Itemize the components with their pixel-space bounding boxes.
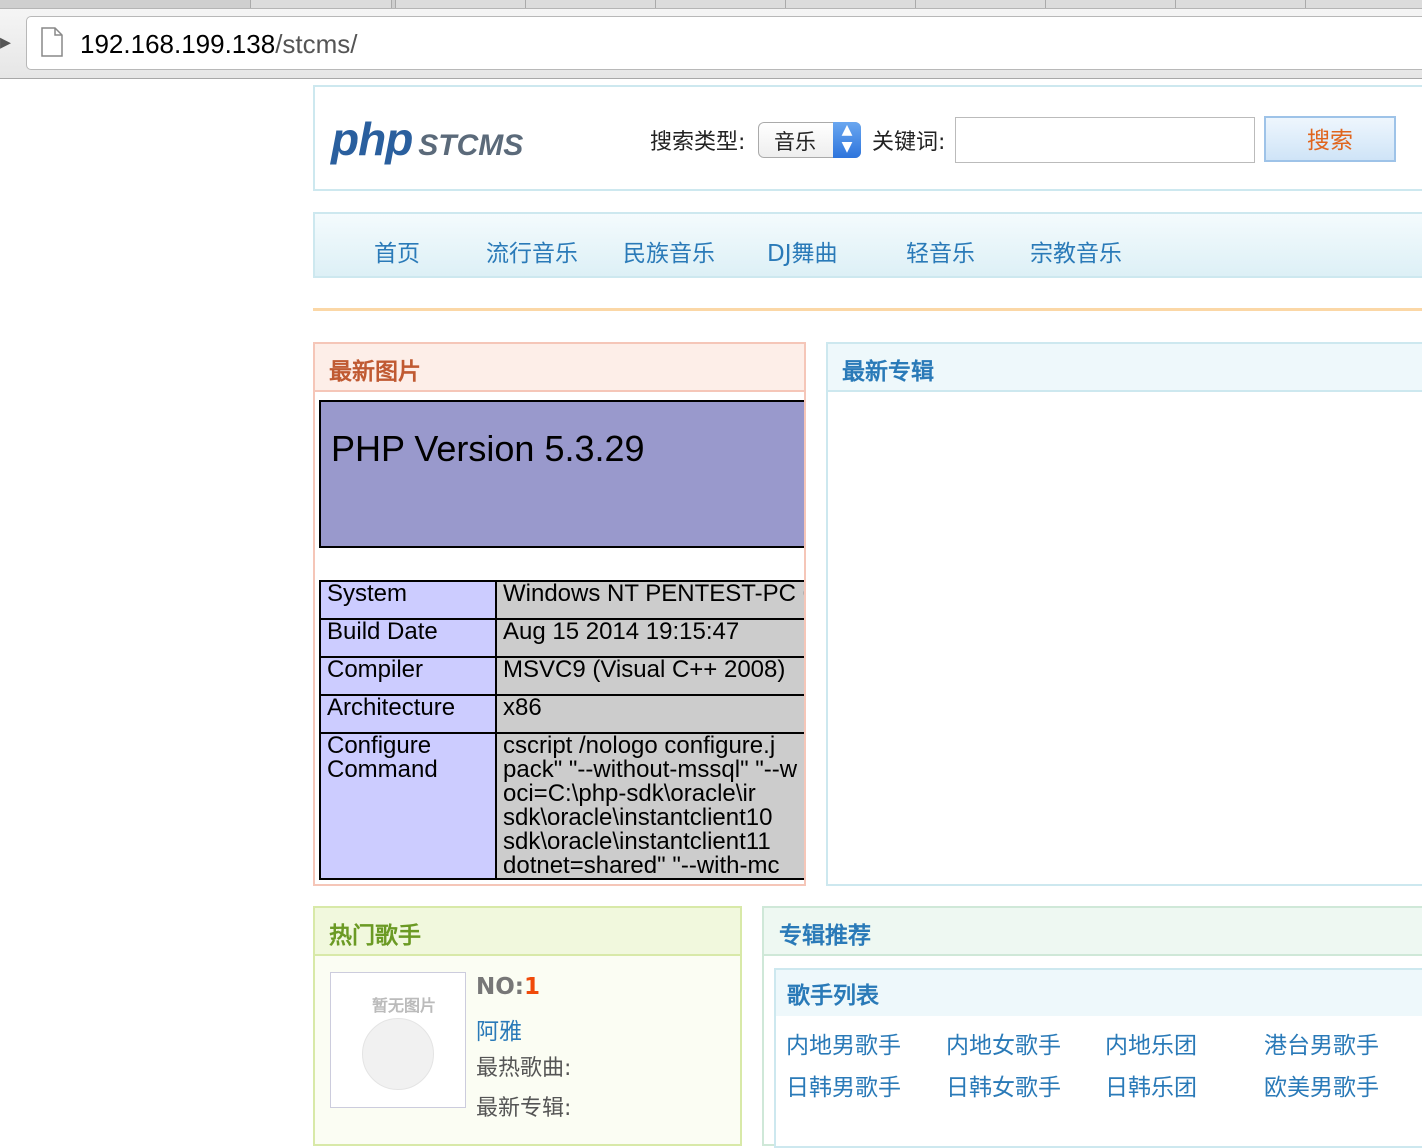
table-cell-value: x86 [495, 694, 804, 734]
nav-item-religious[interactable]: 宗教音乐 [1030, 234, 1122, 268]
configure-line: sdk\oracle\instantclient10 [503, 804, 773, 831]
browser-tab[interactable] [395, 0, 527, 8]
singer-category-link[interactable]: 欧美男歌手 [1264, 1068, 1379, 1102]
table-row: Compiler MSVC9 (Visual C++ 2008) [319, 656, 804, 696]
back-arrow-icon[interactable]: ▸ [0, 30, 11, 55]
nav-item-dj[interactable]: DJ舞曲 [767, 234, 838, 268]
singer-category-link[interactable]: 内地乐团 [1105, 1026, 1197, 1060]
php-version: PHP Version 5.3.29 [331, 428, 645, 469]
rank-label: NO:1 [476, 974, 540, 1000]
table-row: Configure Command cscript /nologo config… [319, 732, 804, 880]
nav-item-light[interactable]: 轻音乐 [906, 234, 975, 268]
new-album-label: 最新专辑: [476, 1096, 572, 1121]
table-row: Build Date Aug 15 2014 19:15:47 [319, 618, 804, 658]
browser-tab[interactable] [915, 0, 1047, 8]
table-cell-key: Architecture [319, 694, 497, 734]
table-row: Architecture x86 [319, 694, 804, 734]
singer-category-link[interactable]: 日韩男歌手 [786, 1068, 901, 1102]
rank-number: 1 [524, 974, 541, 1000]
browser-tab[interactable] [655, 0, 787, 8]
configure-line: dotnet=shared" "--with-mc [503, 852, 780, 879]
page-icon [41, 27, 63, 57]
logo-php: php [331, 113, 413, 165]
main-nav [313, 212, 1422, 278]
configure-command-label: Configure Command [327, 732, 438, 783]
singer-category-link[interactable]: 日韩女歌手 [946, 1068, 1061, 1102]
singer-category-link[interactable]: 内地女歌手 [946, 1026, 1061, 1060]
table-cell-value: Aug 15 2014 19:15:47 [495, 618, 804, 658]
table-cell-key: Build Date [319, 618, 497, 658]
url-host: 192.168.199.138 [80, 29, 276, 59]
site-logo[interactable]: php STCMS [331, 112, 523, 166]
keyword-label: 关键词: [872, 130, 946, 155]
browser-tab[interactable] [1175, 0, 1307, 8]
search-type-label: 搜索类型: [650, 130, 746, 155]
tab-strip [0, 0, 1422, 9]
browser-tab[interactable] [1045, 0, 1177, 8]
configure-line: pack" "--without-mssql" "--w [503, 756, 798, 783]
table-cell-value: cscript /nologo configure.j pack" "--wit… [495, 732, 804, 880]
configure-line: cscript /nologo configure.j [503, 732, 776, 759]
phpinfo-header: PHP Version 5.3.29 [319, 400, 804, 548]
table-cell-value: MSVC9 (Visual C++ 2008) [495, 656, 804, 696]
placeholder-avatar-icon [362, 1018, 434, 1090]
singer-list-title: 歌手列表 [787, 983, 879, 1009]
table-cell-value: Windows NT PENTEST-PC 6. [495, 580, 804, 620]
browser-tab[interactable] [785, 0, 917, 8]
browser-tab[interactable] [250, 0, 392, 8]
logo-stcms: STCMS [418, 129, 524, 162]
table-cell-key: Configure Command [319, 732, 497, 880]
nav-item-folk[interactable]: 民族音乐 [623, 234, 715, 268]
browser-tab[interactable] [1305, 0, 1422, 8]
table-row: System Windows NT PENTEST-PC 6. [319, 580, 804, 620]
no-image-text: 暂无图片 [372, 996, 437, 1015]
hot-song-label: 最热歌曲: [476, 1056, 572, 1081]
nav-item-pop[interactable]: 流行音乐 [486, 234, 578, 268]
url-path: /stcms/ [275, 29, 358, 59]
phpinfo-table: System Windows NT PENTEST-PC 6. Build Da… [319, 580, 804, 880]
rank-prefix: NO: [476, 974, 524, 1000]
keyword-input[interactable] [955, 117, 1255, 163]
configure-line: oci=C:\php-sdk\oracle\ir [503, 780, 756, 807]
hot-singers-title: 热门歌手 [329, 923, 421, 949]
search-button[interactable]: 搜索 [1264, 116, 1396, 162]
latest-albums-panel [826, 342, 1422, 886]
divider [313, 308, 1422, 311]
nav-item-home[interactable]: 首页 [374, 234, 420, 268]
table-cell-key: Compiler [319, 656, 497, 696]
url-text[interactable]: 192.168.199.138/stcms/ [80, 26, 358, 62]
configure-line: sdk\oracle\instantclient11 [503, 828, 771, 855]
table-cell-key: System [319, 580, 497, 620]
singer-category-link[interactable]: 日韩乐团 [1105, 1068, 1197, 1102]
album-recommend-title: 专辑推荐 [779, 923, 871, 949]
singer-category-link[interactable]: 内地男歌手 [786, 1026, 901, 1060]
browser-tab[interactable] [525, 0, 657, 8]
singer-category-link[interactable]: 港台男歌手 [1264, 1026, 1379, 1060]
phpinfo-frame: PHP Version 5.3.29 System Windows NT PEN… [315, 396, 804, 884]
search-type-value: 音乐 [774, 130, 816, 154]
select-arrows-icon[interactable]: ▲ ▼ [833, 122, 861, 158]
latest-albums-title: 最新专辑 [842, 359, 934, 385]
latest-pictures-title: 最新图片 [329, 359, 421, 385]
singer-name-link[interactable]: 阿雅 [476, 1012, 522, 1046]
